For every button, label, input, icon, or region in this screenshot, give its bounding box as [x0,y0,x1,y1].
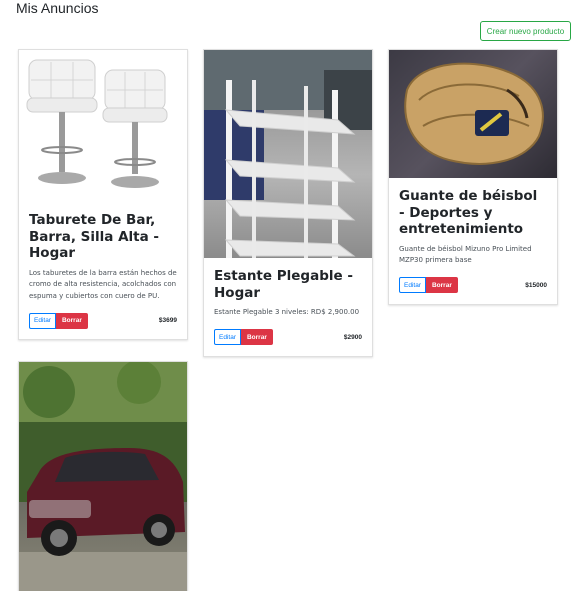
edit-button[interactable]: Editar [399,277,426,293]
folding-shelf-image[interactable] [204,50,372,258]
listing-card [18,361,188,591]
page-title: Mis Anuncios [16,0,99,16]
listing-card: Taburete De Bar, Barra, Silla Alta - Hog… [18,49,188,340]
listing-price: $3699 [158,317,177,324]
delete-button[interactable]: Borrar [425,277,458,293]
listing-title: Taburete De Bar, Barra, Silla Alta - Hog… [29,212,160,261]
listing-title: Estante Plegable - Hogar [214,268,353,301]
listing-card: Estante Plegable - Hogar Estante Plegabl… [203,49,373,357]
listing-price: $15000 [525,281,547,289]
create-product-button[interactable]: Crear nuevo producto [480,21,571,41]
car-image[interactable] [19,362,187,591]
listing-description: Guante de béisbol Mizuno Pro Limited MZP… [399,244,532,265]
edit-button[interactable]: Editar [29,312,56,329]
listing-price: $2900 [343,333,362,341]
baseball-glove-image[interactable] [389,50,557,178]
bar-stools-image[interactable] [19,50,187,198]
listing-description: Los taburetes de la barra están hechos d… [29,268,177,300]
listing-title: Guante de béisbol - Deportes y entreteni… [399,188,538,237]
delete-button[interactable]: Borrar [55,312,88,329]
edit-button[interactable]: Editar [214,329,241,345]
listing-card: Guante de béisbol - Deportes y entreteni… [388,49,558,305]
delete-button[interactable]: Borrar [240,329,273,345]
listing-description: Estante Plegable 3 niveles: RD$ 2,900.00 [214,308,360,316]
